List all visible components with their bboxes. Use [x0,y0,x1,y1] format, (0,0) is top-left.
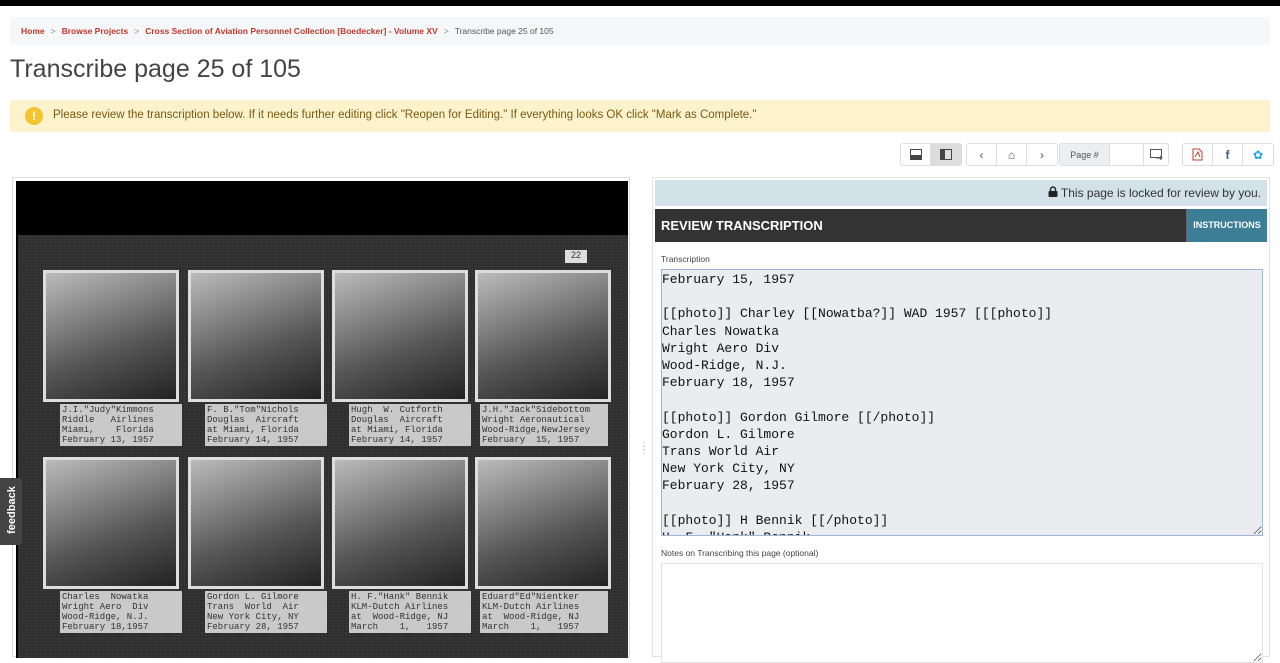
previous-page-button[interactable]: ‹ [967,144,997,165]
page-number-label: Page # [1060,144,1110,165]
lock-notice: This page is locked for review by you. [655,180,1267,206]
breadcrumb-browse-projects[interactable]: Browse Projects [62,26,129,36]
portrait-photo [475,457,611,589]
breadcrumb: Home > Browse Projects > Cross Section of Av… [10,17,1270,45]
home-icon: ⌂ [1007,147,1016,162]
review-panel: This page is locked for review by you. R… [652,177,1270,663]
breadcrumb-home[interactable]: Home [21,26,45,36]
feedback-label: feedback [6,486,18,534]
layout-horizontal-button[interactable] [901,144,931,165]
facebook-icon: f [1225,147,1230,162]
lock-text: This page is locked for review by you. [1060,186,1261,200]
photo-caption: F. B."Tom"Nichols Douglas Aircraft at Mi… [205,404,327,446]
portrait-photo [43,457,179,589]
share-group: f ✿ [1182,143,1274,166]
portrait-photo [332,270,468,402]
layout-side-icon [940,149,952,160]
page-image-viewer[interactable]: 22 J.I."Judy"Kimmons Riddle Airlines Mia… [16,181,628,658]
page-title: Transcribe page 25 of 105 [10,55,301,83]
pdf-button[interactable] [1183,144,1213,165]
chevron-left-icon: ‹ [979,147,984,162]
twitter-share-button[interactable]: ✿ [1243,144,1273,165]
breadcrumb-collection[interactable]: Cross Section of Aviation Personnel Coll… [145,26,438,36]
breadcrumb-current: Transcribe page 25 of 105 [454,26,554,36]
exclamation-icon: ! [25,107,43,125]
resize-handle[interactable]: ⋮ ⋮ [639,442,649,456]
breadcrumb-separator: > [443,26,449,36]
feedback-tab[interactable]: feedback [0,478,22,545]
album-page-image: 22 J.I."Judy"Kimmons Riddle Airlines Mia… [18,235,628,658]
portrait-photo [43,270,179,402]
notes-label: Notes on Transcribing this page (optiona… [661,548,819,558]
breadcrumb-separator: > [50,26,56,36]
photo-caption: Hugh W. Cutforth Douglas Aircraft at Mia… [349,404,471,446]
photo-caption: Eduard"Ed"Nientker KLM-Dutch Airlines at… [480,591,608,633]
facebook-share-button[interactable]: f [1213,144,1243,165]
breadcrumb-separator: > [134,26,140,36]
page-jump-group: Page # [1059,143,1169,166]
page-nav-group: ‹ ⌂ › [966,143,1058,166]
twitter-icon: ✿ [1252,147,1264,162]
lock-icon [1048,186,1058,197]
photo-caption: J.H."Jack"Sidebottom Wright Aeronautical… [480,404,608,446]
transcription-label: Transcription [661,254,710,264]
layout-bottom-icon [909,149,922,160]
layout-vertical-button[interactable] [931,144,961,165]
transcription-textarea[interactable]: February 15, 1957 [[photo]] Charley [[No… [661,269,1263,536]
layout-toggle-group [900,143,962,166]
album-page-number: 22 [565,250,587,263]
photo-caption: Gordon L. Gilmore Trans World Air New Yo… [205,591,327,633]
review-alert: ! Please review the transcription below. … [10,100,1270,132]
review-header: REVIEW TRANSCRIPTION INSTRUCTIONS [655,209,1267,242]
top-bar [0,0,1280,6]
home-button[interactable]: ⌂ [997,144,1027,165]
page-image-panel: 22 J.I."Judy"Kimmons Riddle Airlines Mia… [12,177,630,658]
review-title: REVIEW TRANSCRIPTION [661,218,823,233]
photo-caption: Charles Nowatka Wright Aero Div Wood-Rid… [60,591,182,633]
page-number-input[interactable] [1110,144,1144,165]
photo-caption: H. F."Hank" Bennik KLM-Dutch Airlines at… [349,591,471,633]
chevron-right-icon: › [1040,147,1044,162]
go-to-page-button[interactable] [1144,144,1168,165]
go-to-page-icon [1149,149,1163,160]
next-page-button[interactable]: › [1027,144,1057,165]
instructions-button[interactable]: INSTRUCTIONS [1186,209,1267,242]
photo-caption: J.I."Judy"Kimmons Riddle Airlines Miami,… [60,404,182,446]
portrait-photo [332,457,468,589]
portrait-photo [188,270,324,402]
portrait-photo [475,270,611,402]
notes-textarea[interactable] [661,563,1263,663]
pdf-icon [1192,148,1203,161]
portrait-photo [188,457,324,589]
alert-text: Please review the transcription below. I… [53,109,757,121]
